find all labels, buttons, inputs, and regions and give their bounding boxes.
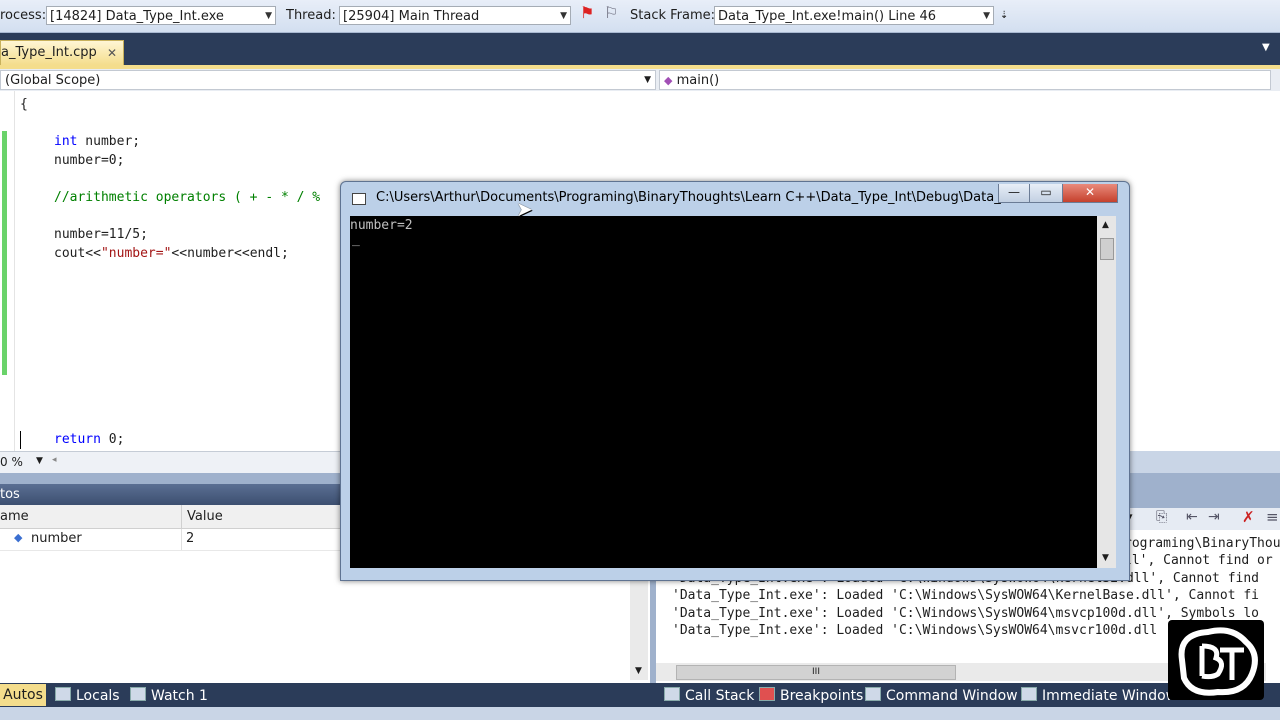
variable-value: 2 xyxy=(186,531,195,546)
find-icon[interactable]: ⎘ xyxy=(1156,509,1167,525)
code-line: cout<<"number="<<number<<endl; xyxy=(54,246,289,261)
variable-name: number xyxy=(31,531,82,546)
scroll-left-icon[interactable]: ◂ xyxy=(52,455,57,465)
breakpoints-icon xyxy=(759,687,775,701)
console-output: number=2 xyxy=(350,218,413,233)
scroll-thumb[interactable]: III xyxy=(676,665,956,680)
tab-label: a_Type_Int.cpp xyxy=(1,45,97,60)
table-row[interactable]: ◆ number 2 xyxy=(0,529,345,551)
tab-autos[interactable]: Autos xyxy=(0,684,46,706)
chevron-down-icon: ▼ xyxy=(560,11,567,21)
tab-list-icon[interactable]: ▼ xyxy=(1262,42,1270,53)
text-caret xyxy=(20,431,21,449)
thread-value: [25904] Main Thread xyxy=(343,9,480,24)
output-line: 'Data_Type_Int.exe': Loaded 'C:\Windows\… xyxy=(672,623,1158,638)
document-tab-strip: a_Type_Int.cpp ✕ ▼ xyxy=(0,33,1280,65)
autos-scrollbar[interactable]: ▼ xyxy=(630,580,648,680)
code-line: { xyxy=(20,97,28,112)
thread-combo[interactable]: [25904] Main Thread ▼ xyxy=(339,6,571,25)
process-combo[interactable]: [14824] Data_Type_Int.exe ▼ xyxy=(46,6,276,25)
close-button[interactable]: ✕ xyxy=(1062,184,1118,203)
maximize-icon: ▭ xyxy=(1040,185,1052,199)
console-app-icon[interactable] xyxy=(352,193,366,205)
column-divider[interactable] xyxy=(181,505,182,528)
code-line: number=0; xyxy=(54,153,125,168)
call-stack-icon xyxy=(664,687,680,701)
tab-breakpoints[interactable]: Breakpoints xyxy=(759,687,863,704)
word-wrap-icon[interactable]: ≡ xyxy=(1266,508,1279,526)
scope-value: (Global Scope) xyxy=(5,73,101,88)
prev-message-icon[interactable]: ⇤ xyxy=(1186,509,1198,525)
scope-combo[interactable]: (Global Scope) ▼ xyxy=(0,70,656,90)
column-header-name[interactable]: ame xyxy=(0,509,29,524)
autos-header: ame Value xyxy=(0,505,345,529)
output-line: ll', Cannot find or xyxy=(1124,553,1273,568)
flag-all-threads-icon[interactable]: ⚐ xyxy=(604,3,618,22)
chevron-down-icon[interactable]: ▼ xyxy=(36,456,43,466)
autos-title-bar: tos xyxy=(0,484,345,505)
chevron-down-icon: ▼ xyxy=(265,11,272,21)
scroll-down-icon[interactable]: ▼ xyxy=(1102,553,1109,563)
editor-margin xyxy=(14,91,15,451)
process-label: rocess: xyxy=(0,8,47,23)
console-cursor: _ xyxy=(352,232,360,247)
tab-locals[interactable]: Locals xyxy=(55,687,120,704)
next-message-icon[interactable]: ⇥ xyxy=(1208,509,1220,525)
close-icon: ✕ xyxy=(1084,185,1096,199)
flag-icon[interactable]: ⚑ xyxy=(580,3,594,22)
command-window-icon xyxy=(865,687,881,701)
output-line: 'Data_Type_Int.exe': Loaded 'C:\Windows\… xyxy=(672,588,1259,603)
chevron-down-icon: ▼ xyxy=(983,11,990,21)
watermark-logo xyxy=(1168,620,1264,700)
navigation-bar: (Global Scope) ▼ ◆ main() xyxy=(0,69,1280,92)
code-line: //arithmetic operators ( + - * / % xyxy=(54,190,321,205)
method-icon: ◆ xyxy=(664,74,673,87)
change-indicator xyxy=(2,131,7,375)
member-combo[interactable]: ◆ main() xyxy=(659,70,1271,90)
console-screen[interactable]: number=2 _ xyxy=(350,216,1097,568)
immediate-window-icon xyxy=(1021,687,1037,701)
toolbar-overflow-icon[interactable]: ⇣ xyxy=(1000,10,1008,21)
tab-data-type-int-cpp[interactable]: a_Type_Int.cpp ✕ xyxy=(0,40,124,65)
locals-icon xyxy=(55,687,71,701)
console-title: C:\Users\Arthur\Documents\Programing\Bin… xyxy=(376,190,1020,205)
process-value: [14824] Data_Type_Int.exe xyxy=(50,9,224,24)
autos-title: tos xyxy=(0,487,20,502)
close-icon[interactable]: ✕ xyxy=(107,41,117,65)
editor-zoom-strip: 0 % ▼ ◂ xyxy=(0,451,345,474)
scroll-thumb[interactable] xyxy=(1100,238,1114,260)
thread-label: Thread: xyxy=(286,8,336,23)
maximize-button[interactable]: ▭ xyxy=(1029,184,1063,203)
tab-watch-1[interactable]: Watch 1 xyxy=(130,687,208,704)
tab-command-window[interactable]: Command Window xyxy=(865,687,1018,704)
bt-logo-icon xyxy=(1178,627,1258,696)
watch-icon xyxy=(130,687,146,701)
member-value: main() xyxy=(676,73,720,88)
stack-frame-value: Data_Type_Int.exe!main() Line 46 xyxy=(718,9,936,24)
tab-immediate-window[interactable]: Immediate Window xyxy=(1021,687,1177,704)
column-header-value[interactable]: Value xyxy=(187,509,223,524)
output-line: 'Data_Type_Int.exe': Loaded 'C:\Windows\… xyxy=(672,606,1259,621)
scroll-down-icon[interactable]: ▼ xyxy=(635,666,642,676)
minimize-icon: — xyxy=(1008,185,1020,199)
console-scrollbar[interactable]: ▲ ▼ xyxy=(1097,216,1116,568)
stack-frame-combo[interactable]: Data_Type_Int.exe!main() Line 46 ▼ xyxy=(714,6,994,25)
column-divider xyxy=(181,529,182,550)
scroll-up-icon[interactable]: ▲ xyxy=(1102,220,1109,230)
output-line: rograming\BinaryThou xyxy=(1124,536,1280,551)
stack-frame-label: Stack Frame: xyxy=(630,8,716,23)
code-line: number=11/5; xyxy=(54,227,148,242)
chevron-down-icon: ▼ xyxy=(644,75,651,85)
output-toolbar: ▾ ⎘ ⇤ ⇥ ✗ ≡ xyxy=(1120,508,1280,530)
zoom-level[interactable]: 0 % xyxy=(0,455,23,469)
minimize-button[interactable]: — xyxy=(998,184,1030,203)
clear-all-icon[interactable]: ✗ xyxy=(1242,508,1255,526)
code-line: int number; xyxy=(54,134,141,149)
variable-icon: ◆ xyxy=(14,531,23,544)
tab-call-stack[interactable]: Call Stack xyxy=(664,687,754,704)
code-line: return 0; xyxy=(54,432,125,447)
mouse-cursor-icon: ➤ xyxy=(516,197,533,221)
